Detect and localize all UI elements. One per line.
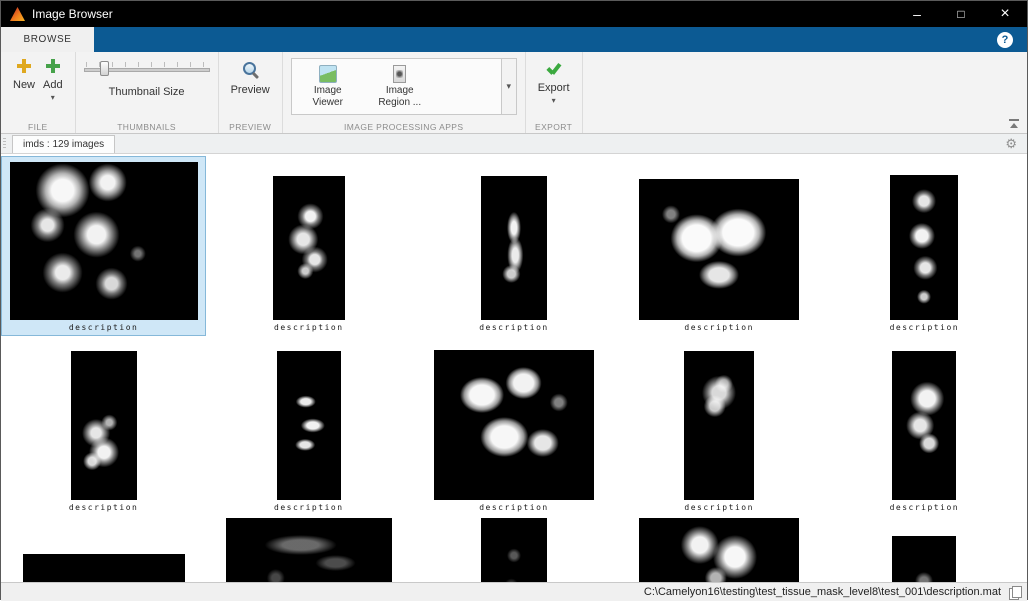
thumbnail-item[interactable] — [206, 516, 411, 582]
thumbnail-size-control: Thumbnail Size — [83, 60, 210, 98]
thumbnail-image — [480, 176, 547, 320]
image-region-label-line2: Region ... — [378, 96, 422, 108]
image-viewer-label-line2: Viewer — [312, 96, 343, 108]
chevron-down-icon[interactable] — [51, 91, 55, 103]
section-thumbnails: Thumbnail Size THUMBNAILS — [76, 52, 219, 133]
section-label-export: EXPORT — [535, 122, 573, 132]
title-bar: Image Browser — [1, 1, 1027, 27]
add-button-label: Add — [43, 79, 63, 91]
status-file-path: C:\Camelyon16\testing\test_tissue_mask_l… — [643, 586, 1001, 598]
thumbnail-image — [890, 175, 959, 320]
slider-thumb[interactable] — [99, 61, 109, 76]
status-bar: C:\Camelyon16\testing\test_tissue_mask_l… — [1, 582, 1027, 601]
thumbnail-image — [272, 176, 345, 320]
thumbnail-caption: description — [479, 323, 549, 332]
thumbnail-caption: description — [889, 503, 960, 512]
thumbnail-item-selected[interactable]: description — [1, 156, 207, 336]
thumbnail-item[interactable]: description — [617, 336, 822, 516]
gallery-dropdown-button[interactable] — [500, 59, 516, 114]
preview-button-label: Preview — [230, 84, 270, 96]
thumbnail-item[interactable] — [617, 516, 822, 582]
thumbnail-image — [70, 351, 137, 500]
drag-grip-icon[interactable] — [3, 138, 6, 150]
thumbnail-item[interactable]: description — [206, 336, 411, 516]
magnifier-icon — [242, 61, 259, 78]
collection-tab-bar: imds : 129 images — [1, 134, 1027, 154]
collapse-ribbon-button[interactable] — [1008, 119, 1020, 128]
export-button[interactable]: Export — [538, 58, 570, 106]
window-controls — [895, 1, 1027, 27]
section-label-apps: IMAGE PROCESSING APPS — [344, 122, 464, 132]
thumbnail-caption: description — [274, 323, 344, 332]
thumbnail-item[interactable]: description — [206, 156, 411, 336]
thumbnail-item[interactable]: description — [411, 156, 616, 336]
thumbnail-item[interactable]: description — [822, 336, 1027, 516]
thumbnail-grid: description description description desc… — [1, 154, 1027, 582]
new-plus-icon — [16, 58, 32, 74]
image-viewer-icon — [318, 64, 337, 83]
ribbon-toolbar: New Add FILE Thumbnail Size THUMBNAILS P… — [1, 52, 1027, 134]
export-button-label: Export — [537, 82, 570, 94]
help-button[interactable] — [997, 31, 1013, 48]
thumbnail-caption: description — [68, 503, 139, 512]
thumbnail-item[interactable] — [1, 516, 206, 582]
thumbnail-size-slider[interactable] — [83, 60, 210, 77]
thumbnail-image — [892, 351, 957, 500]
new-button[interactable]: New — [13, 58, 35, 91]
section-file: New Add FILE — [1, 52, 76, 133]
apps-gallery: Image Viewer Image Region ... — [290, 58, 517, 115]
tab-imds-collection[interactable]: imds : 129 images — [12, 135, 116, 153]
preview-button[interactable]: Preview — [231, 58, 270, 96]
thumbnail-caption: description — [889, 323, 960, 332]
thumbnail-image — [276, 351, 341, 500]
section-preview: Preview PREVIEW — [219, 52, 283, 133]
section-label-file: FILE — [28, 122, 48, 132]
slider-label: Thumbnail Size — [108, 86, 185, 98]
window-title: Image Browser — [32, 7, 113, 21]
section-apps: Image Viewer Image Region ... IMAGE PROC… — [283, 52, 526, 133]
check-icon — [545, 61, 563, 77]
thumbnail-image — [639, 179, 800, 320]
section-label-preview: PREVIEW — [229, 122, 272, 132]
thumbnail-image — [22, 554, 185, 582]
gear-icon[interactable] — [1005, 136, 1017, 152]
thumbnail-image — [892, 536, 957, 582]
image-region-label-line1: Image — [385, 84, 414, 96]
thumbnail-image — [480, 518, 547, 582]
thumbnail-item[interactable] — [822, 516, 1027, 582]
thumbnail-item[interactable]: description — [822, 156, 1027, 336]
thumbnail-image — [9, 162, 198, 320]
image-viewer-label-line1: Image — [313, 84, 342, 96]
maximize-button[interactable] — [939, 1, 983, 27]
thumbnail-item[interactable]: description — [1, 336, 206, 516]
thumbnail-image — [225, 518, 392, 582]
copy-icon[interactable] — [1009, 586, 1022, 600]
add-plus-icon — [45, 58, 61, 74]
thumbnail-item[interactable]: description — [411, 336, 616, 516]
tab-browse[interactable]: BROWSE — [1, 27, 94, 52]
minimize-button[interactable] — [895, 1, 939, 27]
thumbnail-caption: description — [68, 323, 139, 332]
thumbnail-image — [684, 351, 755, 500]
image-viewer-button[interactable]: Image Viewer — [292, 59, 364, 114]
thumbnail-caption: description — [274, 503, 344, 512]
thumbnail-caption: description — [479, 503, 549, 512]
image-region-icon — [393, 64, 407, 83]
thumbnail-item[interactable]: description — [617, 156, 822, 336]
add-button[interactable]: Add — [43, 58, 63, 103]
toolstrip-tab-bar: BROWSE — [1, 27, 1027, 52]
section-export: Export EXPORT — [526, 52, 583, 133]
matlab-logo-icon — [10, 7, 25, 21]
new-button-label: New — [13, 79, 36, 91]
thumbnail-caption: description — [684, 323, 754, 332]
chevron-down-icon[interactable] — [552, 94, 556, 106]
image-region-button[interactable]: Image Region ... — [364, 59, 436, 114]
thumbnail-item[interactable] — [411, 516, 616, 582]
thumbnail-caption: description — [684, 503, 754, 512]
thumbnail-image — [639, 518, 800, 582]
thumbnail-image — [433, 350, 594, 500]
section-label-thumbnails: THUMBNAILS — [117, 122, 176, 132]
close-button[interactable] — [983, 1, 1027, 27]
